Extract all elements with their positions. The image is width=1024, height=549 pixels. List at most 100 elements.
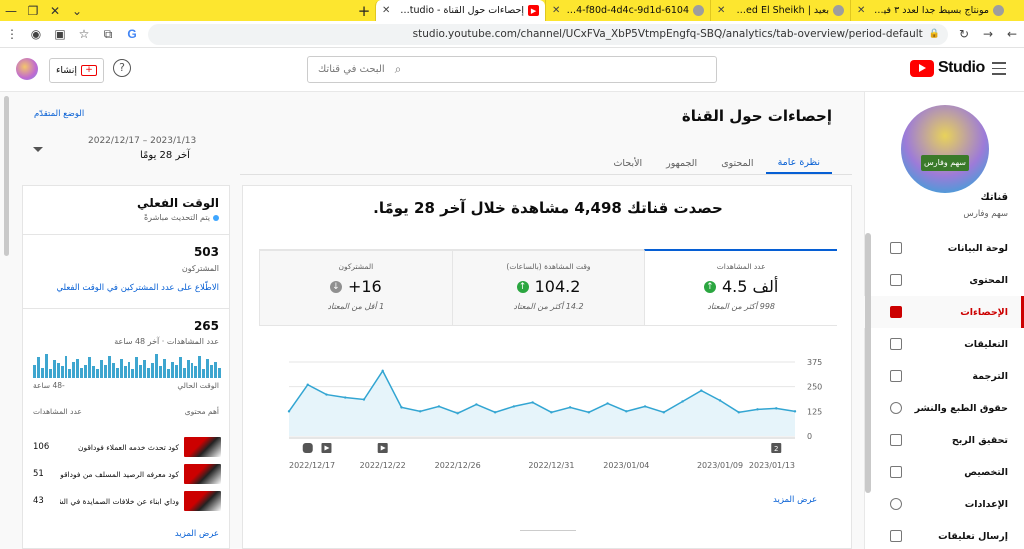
metric-label: عدد المشاهدات: [716, 262, 766, 271]
sparkline-start-label: -48 ساعة: [33, 381, 65, 390]
series-point: [287, 410, 291, 413]
page-scrollbar[interactable]: [4, 96, 9, 256]
sparkline-bar: [218, 367, 221, 378]
top-content-row[interactable]: كود تحدث خدمه العملاء فوداقون 106: [33, 436, 221, 458]
tab-search-icon[interactable]: ⌄: [66, 0, 88, 21]
sidebar-item-analytics[interactable]: الإحصاءات: [864, 296, 1024, 328]
overview-more-link[interactable]: عرض المزيد: [773, 495, 817, 505]
shorts-icon[interactable]: [302, 443, 313, 453]
tab-montage[interactable]: مونتاج بسيط جدا لعدد ٣ فيديوهات ✕: [850, 0, 1010, 21]
advanced-mode-link[interactable]: الوضع المتقدّم: [34, 109, 84, 119]
live-dot-icon: [213, 214, 219, 221]
close-tab-icon[interactable]: ✕: [382, 5, 390, 16]
sparkline-bar: [36, 357, 40, 378]
bookmark-star-icon[interactable]: ☆: [72, 21, 96, 48]
url-field[interactable]: studio.youtube.com/channel/UCxFVa_XbP5Vt…: [148, 23, 948, 45]
video-thumbnail[interactable]: [184, 464, 221, 484]
views-chart-svg[interactable]: 0 125 250 375 2 2022/12/17 2022/12/22 2022/12/2…: [259, 326, 837, 486]
youtube-studio-logo[interactable]: Studio: [910, 59, 985, 77]
sidebar-toggle-icon[interactable]: ▣: [48, 21, 72, 48]
sidebar-scrollbar[interactable]: [865, 233, 871, 493]
video-title[interactable]: كود معرفه الرصيد المسلف من فوداقون: [60, 470, 179, 479]
profile-icon[interactable]: ◉: [24, 21, 48, 48]
sparkline-bar: [162, 358, 166, 378]
browser-tab-bar: — ❐ ✕ ⌄ + ▶ إحصاءات حول القناة - YouTube…: [0, 0, 1024, 21]
sidebar-item-settings[interactable]: الإعدادات: [864, 488, 1024, 520]
comments-icon: [890, 338, 902, 350]
google-icon[interactable]: G: [120, 21, 144, 48]
help-icon[interactable]: ?: [113, 59, 131, 77]
metric-watch-time[interactable]: وقت المشاهدة (بالساعات) ↑ 104.2 14.2 أكث…: [451, 249, 645, 325]
sparkline-bar: [214, 361, 218, 378]
tab-studio-analytics[interactable]: ▶ إحصاءات حول القناة - YouTube Studio ✕: [375, 0, 545, 21]
search-bar[interactable]: ⌕ البحث في قناتك: [307, 56, 717, 83]
video-thumbnail[interactable]: [184, 491, 221, 511]
forward-icon[interactable]: →: [976, 21, 1000, 48]
create-video-icon: +: [81, 65, 98, 76]
sidebar-item-feedback[interactable]: إرسال تعليقات: [864, 520, 1024, 549]
metric-compare: 1 أقل من المعتاد: [327, 302, 385, 311]
sidebar-item-customization[interactable]: التخصيص: [864, 456, 1024, 488]
date-range[interactable]: 2022/12/17 – 2023/1/13: [88, 136, 196, 146]
realtime-more-link[interactable]: عرض المزيد: [175, 529, 219, 539]
tabs-divider: [240, 174, 852, 175]
sparkline-bar: [178, 357, 182, 378]
close-tab-icon[interactable]: ✕: [857, 5, 865, 16]
logo-text: Studio: [938, 59, 985, 76]
lock-icon[interactable]: 🔒: [929, 29, 940, 39]
reload-icon[interactable]: ↻: [952, 21, 976, 48]
sidebar-item-copyright[interactable]: حقوق الطبع والنشر: [864, 392, 1024, 424]
account-avatar[interactable]: [16, 58, 38, 80]
metric-subscribers[interactable]: المشتركون ↓ +16 1 أقل من المعتاد: [258, 249, 452, 325]
tab-research[interactable]: الأبحاث: [601, 152, 654, 174]
close-tab-icon[interactable]: ✕: [717, 5, 725, 16]
tab-favicon: [693, 5, 704, 16]
search-icon[interactable]: ⌕: [395, 62, 402, 77]
sparkline-bar: [119, 358, 123, 378]
tab-mohamed-el-sheikh[interactable]: بعيد | Mohamed El Sheikh ✕: [710, 0, 850, 21]
realtime-sparkline[interactable]: [33, 354, 221, 378]
views-chart[interactable]: 0 125 250 375 2 2022/12/17 2022/12/22 2022/12/2…: [259, 325, 837, 519]
trend-down-icon: ↓: [329, 280, 342, 293]
video-icon[interactable]: [321, 443, 332, 453]
tab-overview[interactable]: نظرة عامة: [765, 152, 832, 174]
sidebar-item-content[interactable]: المحتوى: [864, 264, 1024, 296]
tab-content[interactable]: المحتوى: [709, 152, 765, 174]
date-dropdown-caret-icon[interactable]: [33, 147, 43, 152]
metric-views[interactable]: عدد المشاهدات ↑ 4.5 ألف 998 أكثر من المع…: [644, 249, 837, 325]
video-icon[interactable]: [377, 443, 388, 453]
video-thumbnail[interactable]: [184, 437, 221, 457]
create-label: إنشاء: [55, 65, 78, 76]
date-period-label[interactable]: آخر 28 يومًا: [140, 150, 190, 161]
series-point: [568, 406, 572, 409]
sparkline-bar: [135, 357, 139, 378]
new-tab-button[interactable]: +: [353, 2, 375, 20]
sidebar-item-monetization[interactable]: تحقيق الربح: [864, 424, 1024, 456]
hamburger-menu-icon[interactable]: [992, 62, 1006, 79]
top-content-row[interactable]: كود معرفه الرصيد المسلف من فوداقون 51: [33, 463, 221, 485]
video-title[interactable]: وداي ابناء عن خلافات الصمايدة في الشمال: [60, 497, 179, 506]
video-title[interactable]: كود تحدث خدمه العملاء فوداقون: [60, 443, 179, 452]
tab-title: 834896a4-f80d-4d4c-9d1d-6104: [564, 5, 689, 16]
tab-audience[interactable]: الجمهور: [654, 152, 709, 174]
create-button[interactable]: إنشاء +: [49, 58, 104, 83]
tab-guid[interactable]: 834896a4-f80d-4d4c-9d1d-6104 ✕: [545, 0, 710, 21]
sidebar-item-comments[interactable]: التعليقات: [864, 328, 1024, 360]
top-content-row[interactable]: وداي ابناء عن خلافات الصمايدة في الشمال …: [33, 490, 221, 512]
close-window-icon[interactable]: ✕: [44, 0, 66, 21]
channel-avatar[interactable]: سهم وفارس: [901, 105, 989, 193]
sidebar-item-dashboard[interactable]: لوحة البيانات: [864, 232, 1024, 264]
realtime-subscribers-link[interactable]: الاطّلاع على عدد المشتركين في الوقت الفع…: [56, 283, 219, 293]
back-icon[interactable]: ←: [1000, 21, 1024, 48]
tab-favicon: [993, 5, 1004, 16]
sidebar-item-subtitles[interactable]: الترجمة: [864, 360, 1024, 392]
extensions-icon[interactable]: ⧉: [96, 21, 120, 48]
close-tab-icon[interactable]: ✕: [552, 5, 560, 16]
series-point: [625, 410, 628, 413]
sparkline-bar: [56, 363, 60, 378]
more-menu-icon[interactable]: ⋮: [0, 21, 24, 48]
minimize-icon[interactable]: —: [0, 0, 22, 21]
restore-icon[interactable]: ❐: [22, 0, 44, 21]
realtime-views-label: عدد المشاهدات · آخر 48 ساعة: [114, 337, 219, 346]
analytics-icon: [890, 306, 902, 318]
